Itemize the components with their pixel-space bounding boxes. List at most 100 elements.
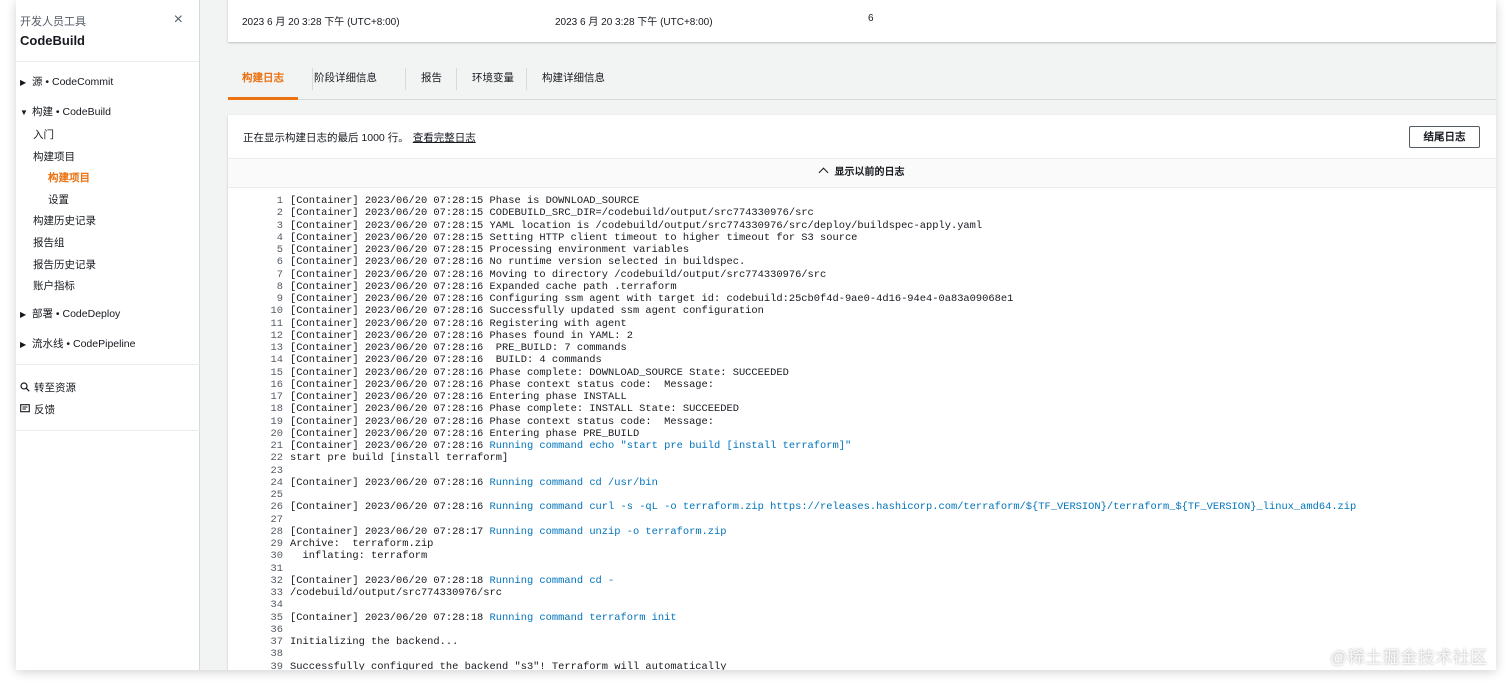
log-line-plain: [Container] 2023/06/20 07:28:16 Moving t… — [290, 268, 827, 281]
log-line-number: 20 — [270, 427, 283, 440]
sidebar-section-build[interactable]: ▼ 构建 • CodeBuild — [20, 104, 111, 119]
sidebar-divider — [16, 430, 200, 431]
log-line-plain: [Container] 2023/06/20 07:28:15 Phase is… — [290, 195, 640, 207]
tab-separator — [456, 68, 457, 90]
log-line: 6 [Container] 2023/06/20 07:28:16 No runt… — [228, 256, 1496, 268]
view-full-log-link[interactable]: 查看完整日志 — [413, 132, 476, 144]
log-line-number: 16 — [270, 378, 283, 391]
log-line-plain: [Container] 2023/06/20 07:28:15 CODEBUIL… — [290, 207, 814, 220]
sidebar-item-build-history[interactable]: 构建历史记录 — [33, 213, 96, 228]
log-line-text: [Container] 2023/06/20 07:28:15 Processi… — [290, 244, 689, 256]
tab-phase-details[interactable]: 阶段详细信息 — [314, 62, 377, 100]
sidebar-section-pipeline[interactable]: ▶ 流水线 • CodePipeline — [20, 336, 135, 351]
log-line-text: [Container] 2023/06/20 07:28:16 Entering… — [290, 391, 627, 403]
log-line: 8 [Container] 2023/06/20 07:28:16 Expande… — [228, 281, 1496, 293]
tab-bar: 构建日志 阶段详细信息 报告 环境变量 构建详细信息 — [228, 62, 1496, 100]
sidebar-section-deploy[interactable]: ▶ 部署 • CodeDeploy — [20, 306, 120, 321]
show-previous-logs-button[interactable]: 显示以前的日志 — [228, 158, 1496, 188]
show-previous-label: 显示以前的日志 — [834, 167, 905, 178]
feedback-icon — [20, 404, 30, 413]
log-line: 33/codebuild/output/src774330976/src — [228, 587, 1496, 599]
log-line-number: 29 — [270, 538, 283, 550]
tab-build-details[interactable]: 构建详细信息 — [542, 62, 605, 100]
log-line-text: [Container] 2023/06/20 07:28:16 Configur… — [290, 293, 1013, 305]
log-output[interactable]: 1 [Container] 2023/06/20 07:28:15 Phase i… — [228, 195, 1496, 670]
log-line: 13 [Container] 2023/06/20 07:28:16 PRE_BU… — [228, 342, 1496, 354]
sidebar-item-label: 转至资源 — [34, 382, 76, 394]
tab-reports[interactable]: 报告 — [421, 62, 442, 100]
log-line-plain: [Container] 2023/06/20 07:28:16 BUILD: 4… — [290, 354, 602, 367]
sidebar-section-label: 流水线 • CodePipeline — [32, 338, 136, 350]
sidebar-item-report-groups[interactable]: 报告组 — [33, 235, 65, 250]
log-line: 19 [Container] 2023/06/20 07:28:16 Phase … — [228, 416, 1496, 428]
log-line-number: 11 — [270, 317, 283, 330]
sidebar-item-settings[interactable]: 设置 — [48, 192, 69, 207]
log-line-number: 38 — [270, 648, 283, 661]
sidebar-item-go-to-resource[interactable]: 转至资源 — [20, 380, 76, 395]
log-line: 36 — [228, 624, 1496, 636]
sidebar-section-label: 源 • CodeCommit — [32, 76, 114, 88]
log-line-plain: [Container] 2023/06/20 07:28:16 — [290, 476, 490, 489]
log-line-plain: [Container] 2023/06/20 07:28:16 Phases f… — [290, 329, 633, 342]
log-line-command: Running command unzip -o terraform.zip — [489, 525, 727, 538]
log-line-plain: [Container] 2023/06/20 07:28:16 Phase co… — [290, 403, 739, 416]
log-line: 4 [Container] 2023/06/20 07:28:15 Setting… — [228, 232, 1496, 244]
log-line-text: [Container] 2023/06/20 07:28:16 Phase co… — [290, 403, 739, 415]
count-value: 6 — [868, 13, 874, 24]
log-line-number: 34 — [270, 599, 283, 612]
sidebar-section-source[interactable]: ▶ 源 • CodeCommit — [20, 74, 113, 89]
log-line-text: [Container] 2023/06/20 07:28:16 Running … — [290, 440, 851, 452]
log-line-text: inflating: terraform — [290, 550, 427, 562]
log-line: 22 start pre build [install terraform] — [228, 452, 1496, 464]
log-line: 27 — [228, 514, 1496, 526]
log-line-number: 10 — [270, 305, 283, 318]
log-line: 26 [Container] 2023/06/20 07:28:16 Runnin… — [228, 501, 1496, 513]
log-line-number: 22 — [270, 452, 283, 465]
log-line-number: 36 — [270, 623, 283, 636]
sidebar-item-getting-started[interactable]: 入门 — [33, 127, 54, 142]
sidebar-item-build-project-active[interactable]: 构建项目 — [48, 170, 90, 185]
log-line-text: [Container] 2023/06/20 07:28:16 Expanded… — [290, 281, 677, 293]
search-icon — [20, 382, 30, 392]
close-icon[interactable]: × — [174, 12, 183, 28]
app-frame: 开发人员工具 CodeBuild × ▶ 源 • CodeCommit ▼ 构建 •… — [16, 0, 1496, 670]
log-line-plain: [Container] 2023/06/20 07:28:16 Configur… — [290, 293, 1014, 305]
log-line-plain: /codebuild/output/src774330976/src — [290, 587, 503, 599]
log-line-command: Running command cd - — [489, 574, 615, 587]
log-line-plain: [Container] 2023/06/20 07:28:16 Entering… — [290, 427, 640, 440]
log-line: 12 [Container] 2023/06/20 07:28:16 Phases… — [228, 330, 1496, 342]
start-time-value: 2023 6 月 20 3:28 下午 (UTC+8:00) — [242, 17, 400, 28]
log-line-number: 12 — [270, 329, 283, 342]
sidebar-title: CodeBuild — [20, 33, 85, 48]
log-line: 7 [Container] 2023/06/20 07:28:16 Moving … — [228, 269, 1496, 281]
log-line-text: [Container] 2023/06/20 07:28:15 YAML loc… — [290, 220, 982, 232]
log-line-number: 7 — [276, 268, 283, 281]
sidebar-item-report-history[interactable]: 报告历史记录 — [33, 257, 96, 272]
log-line-text: [Container] 2023/06/20 07:28:15 Phase is… — [290, 195, 639, 207]
log-line: 14 [Container] 2023/06/20 07:28:16 BUILD:… — [228, 354, 1496, 366]
tab-env-vars[interactable]: 环境变量 — [472, 62, 514, 100]
log-line-number: 3 — [276, 219, 283, 232]
log-line-number: 5 — [276, 244, 283, 256]
log-line-text: [Container] 2023/06/20 07:28:16 Phase co… — [290, 379, 714, 391]
log-line-text: [Container] 2023/06/20 07:28:16 Phase co… — [290, 416, 714, 428]
log-line-plain: start pre build [install terraform] — [290, 452, 509, 465]
log-line-text: [Container] 2023/06/20 07:28:16 Successf… — [290, 305, 764, 317]
log-line-plain: [Container] 2023/06/20 07:28:16 Expanded… — [290, 280, 677, 293]
log-line-number: 26 — [270, 501, 283, 514]
tab-build-logs[interactable]: 构建日志 — [228, 62, 298, 100]
log-line-text: [Container] 2023/06/20 07:28:15 Setting … — [290, 232, 857, 244]
log-line-text: [Container] 2023/06/20 07:28:16 Entering… — [290, 428, 639, 440]
sidebar-item-build-projects[interactable]: 构建项目 — [33, 149, 75, 164]
watermark: @稀土掘金技术社区 — [1330, 648, 1488, 667]
caret-right-icon: ▶ — [20, 340, 27, 349]
log-line: 20 [Container] 2023/06/20 07:28:16 Enteri… — [228, 428, 1496, 440]
tail-logs-button[interactable]: 结尾日志 — [1409, 126, 1480, 148]
log-line-number: 4 — [276, 231, 283, 244]
tab-separator — [405, 68, 406, 90]
sidebar-item-feedback[interactable]: 反馈 — [20, 402, 55, 417]
log-line-plain: Successfully configured the backend "s3"… — [290, 660, 727, 671]
log-line-number: 25 — [270, 489, 283, 501]
log-line: 25 — [228, 489, 1496, 501]
sidebar-item-account-metrics[interactable]: 账户指标 — [33, 278, 75, 293]
